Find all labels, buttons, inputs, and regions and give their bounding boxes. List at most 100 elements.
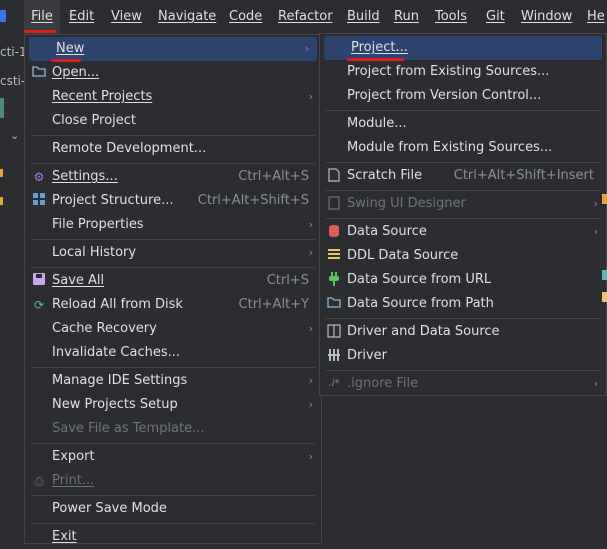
shortcut-label: Ctrl+Alt+Shift+S bbox=[197, 193, 309, 208]
menu-window[interactable]: Window bbox=[521, 0, 572, 34]
shortcut-label: Ctrl+S bbox=[266, 273, 309, 288]
menu-item-driver-and-data-source[interactable]: Driver and Data Source bbox=[320, 320, 606, 344]
menu-item-settings[interactable]: ⚙ Settings... Ctrl+Alt+S bbox=[25, 165, 321, 189]
menu-separator bbox=[31, 523, 315, 524]
menu-item-swing-ui-designer[interactable]: Swing UI Designer › bbox=[320, 192, 606, 216]
menu-item-remote-development[interactable]: Remote Development... bbox=[25, 137, 321, 161]
menu-item-reload-all[interactable]: ⟳ Reload All from Disk Ctrl+Alt+Y bbox=[25, 293, 321, 317]
chevron-down-icon: ⌄ bbox=[10, 129, 20, 142]
file-menu: New › Open... Recent Projects › Close Pr… bbox=[24, 34, 322, 544]
menu-code[interactable]: Code bbox=[229, 0, 262, 34]
menu-build[interactable]: Build bbox=[347, 0, 380, 34]
menu-item-label: Project from Existing Sources... bbox=[347, 64, 550, 79]
menu-item-label: Reload All from Disk bbox=[52, 297, 183, 312]
menu-item-data-source-path[interactable]: Data Source from Path bbox=[320, 292, 606, 316]
menu-separator bbox=[31, 239, 315, 240]
menu-bar: File Edit View Navigate Code Refactor Bu… bbox=[0, 0, 607, 34]
swing-designer-icon bbox=[326, 196, 342, 212]
bg-marker bbox=[0, 98, 4, 118]
menu-item-label: Project... bbox=[351, 40, 408, 55]
menu-item-project[interactable]: Project... bbox=[324, 36, 602, 60]
menu-item-project-structure[interactable]: Project Structure... Ctrl+Alt+Shift+S bbox=[25, 189, 321, 213]
menu-item-driver[interactable]: Driver bbox=[320, 344, 606, 368]
menu-run[interactable]: Run bbox=[394, 0, 419, 34]
menu-item-project-vcs[interactable]: Project from Version Control... bbox=[320, 84, 606, 108]
menu-item-exit[interactable]: Exit bbox=[25, 525, 321, 549]
menu-item-module[interactable]: Module... bbox=[320, 112, 606, 136]
menu-item-save-all[interactable]: Save All Ctrl+S bbox=[25, 269, 321, 293]
shortcut-label: Ctrl+Alt+S bbox=[238, 169, 309, 184]
folder-icon bbox=[326, 296, 342, 312]
menu-item-label: Local History bbox=[52, 245, 137, 260]
menu-item-open[interactable]: Open... bbox=[25, 61, 321, 85]
menu-separator bbox=[31, 163, 315, 164]
app-icon bbox=[0, 10, 6, 22]
driver-icon bbox=[326, 348, 342, 364]
gear-icon: ⚙ bbox=[33, 170, 45, 184]
menu-item-label: File Properties bbox=[52, 217, 144, 232]
menu-item-label: Driver and Data Source bbox=[347, 324, 500, 339]
menu-item-ddl-data-source[interactable]: DDL Data Source bbox=[320, 244, 606, 268]
menu-item-cache-recovery[interactable]: Cache Recovery › bbox=[25, 317, 321, 341]
menu-item-local-history[interactable]: Local History › bbox=[25, 241, 321, 265]
menu-item-save-file-as-template[interactable]: Save File as Template... bbox=[25, 417, 321, 441]
menu-edit[interactable]: Edit bbox=[69, 0, 94, 34]
menu-item-label: Data Source from Path bbox=[347, 296, 494, 311]
chevron-right-icon: › bbox=[593, 225, 598, 238]
menu-item-label: Open... bbox=[52, 65, 100, 80]
driver-datasource-icon bbox=[326, 324, 342, 340]
menu-item-module-existing[interactable]: Module from Existing Sources... bbox=[320, 136, 606, 160]
menu-item-new[interactable]: New › bbox=[29, 37, 317, 61]
menu-item-label: Settings... bbox=[52, 169, 118, 184]
chevron-right-icon: › bbox=[308, 398, 313, 411]
menu-item-label: New Projects Setup bbox=[52, 397, 178, 412]
menu-tools[interactable]: Tools bbox=[435, 0, 467, 34]
menu-refactor[interactable]: Refactor bbox=[278, 0, 333, 34]
menu-view[interactable]: View bbox=[111, 0, 142, 34]
chevron-right-icon: › bbox=[304, 42, 309, 55]
menu-item-label: Save File as Template... bbox=[52, 421, 205, 436]
menu-help[interactable]: He bbox=[587, 0, 605, 34]
menu-item-power-save-mode[interactable]: Power Save Mode bbox=[25, 497, 321, 521]
menu-item-label: .ignore File bbox=[347, 376, 419, 391]
menu-item-label: Manage IDE Settings bbox=[52, 373, 188, 388]
menu-item-label: Swing UI Designer bbox=[347, 196, 466, 211]
menu-item-label: Module from Existing Sources... bbox=[347, 140, 553, 155]
save-icon bbox=[31, 273, 47, 289]
menu-item-manage-ide-settings[interactable]: Manage IDE Settings › bbox=[25, 369, 321, 393]
scratch-file-icon bbox=[326, 168, 342, 184]
menu-item-label: Module... bbox=[347, 116, 407, 131]
menu-item-label: Close Project bbox=[52, 113, 137, 128]
menu-item-export[interactable]: Export › bbox=[25, 445, 321, 469]
menu-item-scratch-file[interactable]: Scratch File Ctrl+Alt+Shift+Insert bbox=[320, 164, 606, 188]
print-icon: ⎙ bbox=[34, 474, 44, 488]
chevron-right-icon: › bbox=[308, 374, 313, 387]
editor-fragment bbox=[600, 148, 607, 158]
menu-separator bbox=[326, 110, 600, 111]
menu-item-file-properties[interactable]: File Properties › bbox=[25, 213, 321, 237]
menu-item-project-existing[interactable]: Project from Existing Sources... bbox=[320, 60, 606, 84]
reload-icon: ⟳ bbox=[33, 298, 45, 312]
bg-text: csti- bbox=[0, 74, 26, 88]
menu-item-label: Exit bbox=[52, 529, 77, 544]
menu-item-label: DDL Data Source bbox=[347, 248, 459, 263]
menu-item-print[interactable]: ⎙ Print... bbox=[25, 469, 321, 493]
menu-item-recent-projects[interactable]: Recent Projects › bbox=[25, 85, 321, 109]
menu-separator bbox=[31, 443, 315, 444]
project-structure-icon bbox=[31, 193, 47, 209]
menu-item-data-source-url[interactable]: Data Source from URL bbox=[320, 268, 606, 292]
menu-navigate[interactable]: Navigate bbox=[158, 0, 216, 34]
menu-file[interactable]: File bbox=[24, 0, 60, 34]
menu-git[interactable]: Git bbox=[486, 0, 505, 34]
menu-item-new-projects-setup[interactable]: New Projects Setup › bbox=[25, 393, 321, 417]
menu-separator bbox=[31, 495, 315, 496]
menu-item-close-project[interactable]: Close Project bbox=[25, 109, 321, 133]
background-panel: cti-18 csti- ⌄ bbox=[0, 34, 34, 544]
menu-item-label: Project from Version Control... bbox=[347, 88, 542, 103]
menu-item-label: Power Save Mode bbox=[52, 501, 167, 516]
menu-item-label: Data Source from URL bbox=[347, 272, 492, 287]
menu-item-data-source[interactable]: Data Source › bbox=[320, 220, 606, 244]
annotation-underline-file bbox=[24, 30, 56, 33]
menu-item-invalidate-caches[interactable]: Invalidate Caches... bbox=[25, 341, 321, 365]
menu-item-ignore-file[interactable]: .i* .ignore File › bbox=[320, 372, 606, 396]
